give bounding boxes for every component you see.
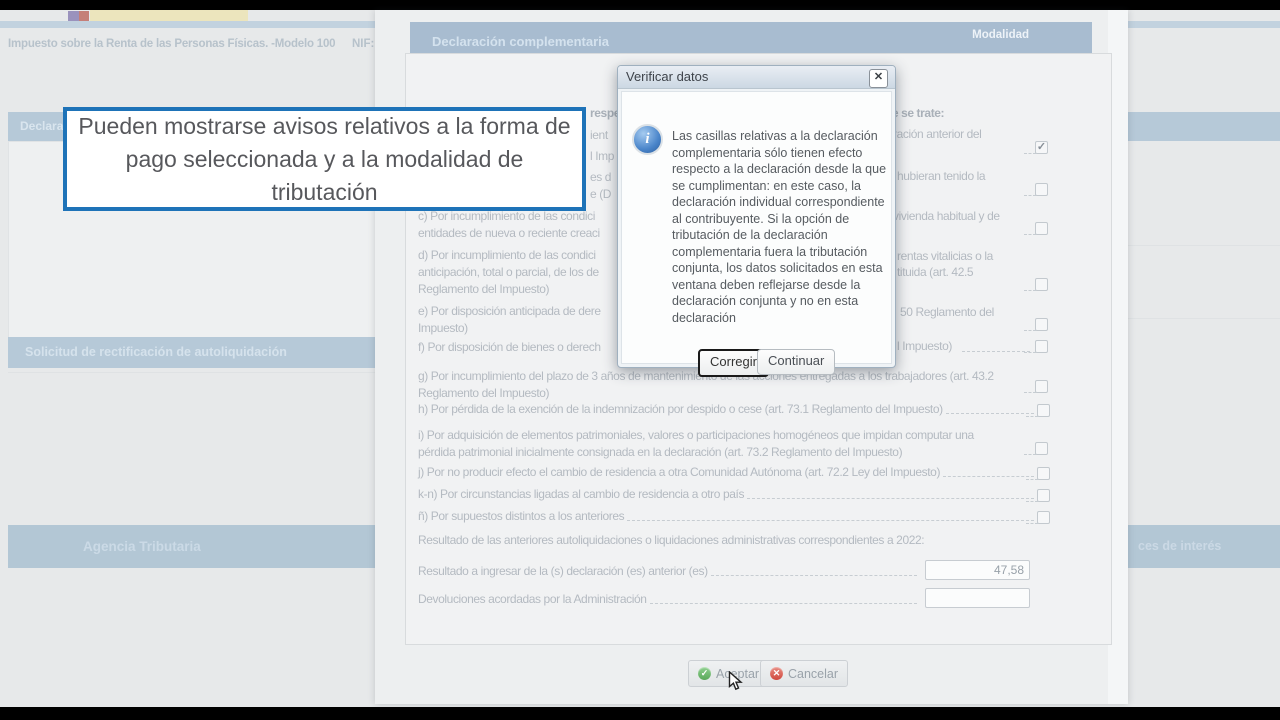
divider bbox=[1128, 318, 1280, 319]
page-title: Impuesto sobre la Renta de las Personas … bbox=[8, 38, 335, 50]
row-b-fragment-right: hubieran tenido la bbox=[897, 169, 985, 184]
checkbox-row-c[interactable] bbox=[1035, 222, 1048, 235]
modal-body: i Las casillas relativas a la declaració… bbox=[621, 91, 892, 364]
refunds-amount-input[interactable] bbox=[925, 588, 1030, 608]
row-b-fragment-left: es d bbox=[590, 170, 617, 185]
tutorial-callout: Pueden mostrarse avisos relativos a la f… bbox=[63, 107, 586, 211]
dotted-leader bbox=[962, 340, 1030, 352]
row-j: j) Por no producir efecto el cambio de r… bbox=[418, 464, 1050, 480]
dotted-leader bbox=[747, 498, 1034, 499]
row-enye: ñ) Por supuestos distintos a los anterio… bbox=[418, 508, 1050, 524]
verify-data-modal: Verificar datos ✕ i Las casillas relativ… bbox=[617, 65, 896, 368]
divider bbox=[8, 372, 375, 373]
checkbox-row-g[interactable] bbox=[1035, 380, 1048, 393]
result-amount-input[interactable] bbox=[925, 560, 1030, 580]
checkbox-row-a[interactable]: ✓ bbox=[1035, 141, 1048, 154]
app-background: Impuesto sobre la Renta de las Personas … bbox=[0, 10, 1280, 707]
cancel-x-icon: ✕ bbox=[770, 667, 783, 680]
row-a-fragment-left: ient bbox=[590, 128, 617, 143]
section-bar-right-fragment bbox=[1128, 112, 1280, 141]
refunds-row: Devoluciones acordadas por la Administra… bbox=[418, 591, 920, 607]
result-section-header: Resultado de las anteriores autoliquidac… bbox=[418, 533, 924, 548]
continuar-button[interactable]: Continuar bbox=[757, 349, 835, 375]
modal-message: Las casillas relativas a la declaración … bbox=[672, 128, 887, 326]
row-b-fragment-left: e (D bbox=[590, 187, 617, 202]
row-d-fragment-right: rentas vitalicias o la bbox=[897, 249, 993, 264]
modal-title: Verificar datos bbox=[626, 69, 708, 84]
form-intro-fragment: respe bbox=[590, 106, 617, 121]
dotted-leader bbox=[946, 413, 1034, 414]
screen: Impuesto sobre la Renta de las Personas … bbox=[0, 0, 1280, 720]
checkbox-row-d[interactable] bbox=[1035, 278, 1048, 291]
row-e-text: e) Por disposición anticipada de dere Im… bbox=[418, 303, 601, 337]
checkbox-row-f[interactable] bbox=[1035, 340, 1048, 353]
section-bar-rectificacion: Solicitud de rectificación de autoliquid… bbox=[8, 337, 392, 368]
row-d-fragment-right: tituida (art. 42.5 bbox=[897, 265, 973, 280]
checkbox-row-kn[interactable] bbox=[1037, 489, 1050, 502]
row-a-fragment-left: l Imp bbox=[590, 149, 617, 164]
dotted-leader bbox=[943, 476, 1034, 477]
result-row: Resultado a ingresar de la (s) declaraci… bbox=[418, 563, 920, 579]
checkbox-row-e[interactable] bbox=[1035, 318, 1048, 331]
row-f-text: f) Por disposición de bienes o derech bbox=[418, 340, 601, 355]
row-a-fragment-right: ración anterior del bbox=[893, 127, 981, 142]
row-c-text: c) Por incumplimiento de las condici ent… bbox=[418, 208, 600, 242]
checkbox-row-b[interactable] bbox=[1035, 183, 1048, 196]
close-icon[interactable]: ✕ bbox=[869, 69, 888, 88]
mouse-cursor bbox=[728, 671, 743, 697]
row-c-fragment-right: vivienda habitual y de bbox=[893, 209, 1000, 224]
callout-text: Pueden mostrarse avisos relativos a la f… bbox=[67, 110, 582, 209]
row-f-fragment-right: l Impuesto) bbox=[897, 339, 952, 354]
row-i: i) Por adquisición de elementos patrimon… bbox=[418, 427, 974, 461]
accept-check-icon: ✓ bbox=[698, 667, 711, 680]
row-e-fragment-right: 50 Reglamento del bbox=[900, 305, 994, 320]
row-h: h) Por pérdida de la exención de la inde… bbox=[418, 401, 1050, 417]
checkbox-row-enye[interactable] bbox=[1037, 511, 1050, 524]
cancel-button[interactable]: ✕ Cancelar bbox=[760, 660, 848, 687]
checkbox-row-j[interactable] bbox=[1037, 467, 1050, 480]
row-kn: k-n) Por circunstancias ligadas al cambi… bbox=[418, 486, 1050, 502]
checkbox-row-i[interactable] bbox=[1035, 442, 1048, 455]
divider bbox=[1128, 245, 1280, 246]
info-icon: i bbox=[632, 124, 663, 155]
checkbox-row-h[interactable] bbox=[1037, 404, 1050, 417]
section-bar-enlaces-fragment: ces de interés bbox=[1128, 525, 1280, 568]
modal-titlebar[interactable]: Verificar datos ✕ bbox=[618, 66, 895, 89]
dotted-leader bbox=[650, 603, 917, 604]
nif-label: NIF: bbox=[352, 38, 374, 50]
dotted-leader bbox=[711, 575, 917, 576]
row-d-text: d) Por incumplimiento de las condici ant… bbox=[418, 247, 599, 298]
dotted-leader bbox=[627, 520, 1034, 521]
window-title: Declaración complementaria bbox=[432, 34, 609, 49]
